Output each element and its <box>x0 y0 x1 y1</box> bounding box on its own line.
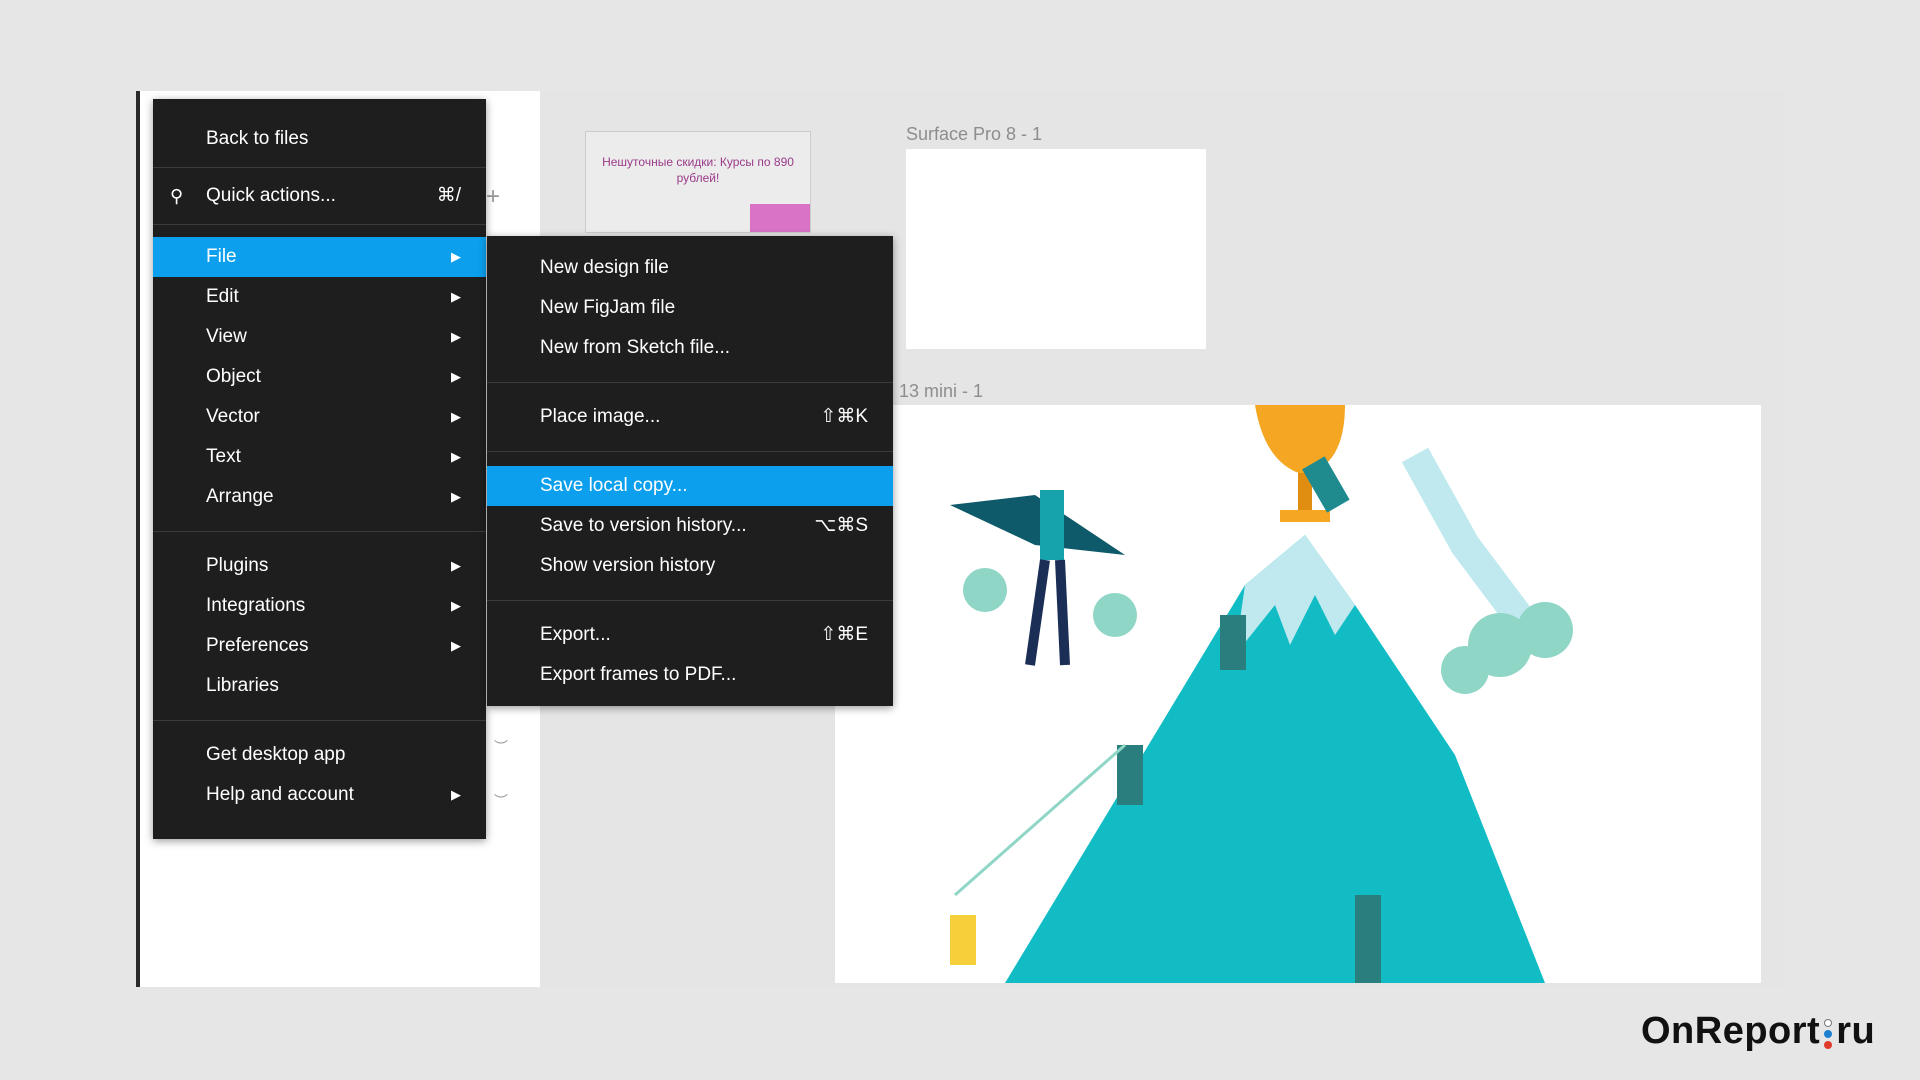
frame-thumbnail[interactable]: Нешуточные скидки: Курсы по 890 рублей! <box>585 131 811 233</box>
menu-item-edit[interactable]: Edit ▶ <box>153 277 486 317</box>
add-icon[interactable]: + <box>486 183 500 211</box>
chevron-right-icon: ▶ <box>451 329 461 344</box>
divider <box>153 531 486 532</box>
submenu-save-local-copy[interactable]: Save local copy... <box>487 466 893 506</box>
mountain-illustration <box>950 405 1573 983</box>
menu-item-label: Integrations <box>206 595 306 616</box>
chevron-right-icon: ▶ <box>451 558 461 573</box>
menu-item-arrange[interactable]: Arrange ▶ <box>153 477 486 517</box>
menu-item-label: Object <box>206 366 261 387</box>
menu-item-preferences[interactable]: Preferences ▶ <box>153 626 486 666</box>
menu-item-text[interactable]: Text ▶ <box>153 437 486 477</box>
quick-actions[interactable]: ⚲ Quick actions... ⌘/ <box>153 168 486 224</box>
submenu-save-to-version-history[interactable]: Save to version history... ⌥⌘S <box>487 506 893 546</box>
menu-item-label: New design file <box>540 257 669 278</box>
submenu-new-from-sketch[interactable]: New from Sketch file... <box>487 328 893 368</box>
menu-item-label: Quick actions... <box>206 185 336 206</box>
menu-item-get-desktop-app[interactable]: Get desktop app <box>153 735 486 775</box>
menu-item-label: Arrange <box>206 486 274 507</box>
frame-13-mini[interactable] <box>835 405 1761 983</box>
file-submenu: New design file New FigJam file New from… <box>487 236 893 706</box>
menu-item-label: Libraries <box>206 675 279 696</box>
chevron-right-icon: ▶ <box>451 409 461 424</box>
divider <box>153 720 486 721</box>
logo-brand: OnReport <box>1641 1010 1821 1052</box>
frame-label[interactable]: Surface Pro 8 - 1 <box>906 124 1042 145</box>
chevron-right-icon: ▶ <box>451 369 461 384</box>
menu-item-label: View <box>206 326 247 347</box>
frame-label[interactable]: 13 mini - 1 <box>899 381 983 402</box>
menu-item-label: Show version history <box>540 555 716 576</box>
menu-item-label: File <box>206 246 237 267</box>
thumbnail-text: Нешуточные скидки: Курсы по 890 рублей! <box>602 155 794 185</box>
thumbnail-graphic <box>750 204 810 232</box>
logo-dots-icon <box>1822 1013 1834 1053</box>
menu-item-label: New from Sketch file... <box>540 337 731 358</box>
chevron-right-icon: ▶ <box>451 449 461 464</box>
menu-item-label: New FigJam file <box>540 297 676 318</box>
menu-item-label: Preferences <box>206 635 309 656</box>
menu-item-label: Get desktop app <box>206 744 346 765</box>
logo-tld: ru <box>1836 1010 1876 1052</box>
divider <box>487 600 893 601</box>
submenu-place-image[interactable]: Place image... ⇧⌘K <box>487 397 893 437</box>
back-to-files[interactable]: Back to files <box>153 111 486 167</box>
submenu-export[interactable]: Export... ⇧⌘E <box>487 615 893 655</box>
eye-hidden-icon[interactable]: ︶ <box>494 791 508 811</box>
chevron-right-icon: ▶ <box>451 289 461 304</box>
menu-item-plugins[interactable]: Plugins ▶ <box>153 546 486 586</box>
chevron-right-icon: ▶ <box>451 638 461 653</box>
main-menu: Back to files ⚲ Quick actions... ⌘/ File… <box>153 99 486 839</box>
trophy-icon <box>1255 405 1345 475</box>
menu-item-libraries[interactable]: Libraries <box>153 666 486 706</box>
submenu-show-version-history[interactable]: Show version history <box>487 546 893 586</box>
chevron-right-icon: ▶ <box>451 787 461 802</box>
menu-item-label: Export... <box>540 624 611 645</box>
submenu-export-frames-pdf[interactable]: Export frames to PDF... <box>487 655 893 695</box>
divider <box>487 382 893 383</box>
shortcut: ⇧⌘E <box>820 624 868 645</box>
menu-item-vector[interactable]: Vector ▶ <box>153 397 486 437</box>
menu-item-help-and-account[interactable]: Help and account ▶ <box>153 775 486 815</box>
divider <box>153 224 486 225</box>
menu-item-label: Text <box>206 446 241 467</box>
chevron-right-icon: ▶ <box>451 249 461 264</box>
submenu-new-figjam-file[interactable]: New FigJam file <box>487 288 893 328</box>
menu-item-label: Export frames to PDF... <box>540 664 737 685</box>
menu-item-label: Edit <box>206 286 239 307</box>
menu-item-label: Help and account <box>206 784 354 805</box>
menu-item-file[interactable]: File ▶ <box>153 237 486 277</box>
frame-surface-pro[interactable] <box>906 149 1206 349</box>
menu-item-label: Place image... <box>540 406 661 427</box>
menu-item-label: Save local copy... <box>540 475 688 496</box>
menu-item-label: Plugins <box>206 555 269 576</box>
menu-item-object[interactable]: Object ▶ <box>153 357 486 397</box>
menu-item-view[interactable]: View ▶ <box>153 317 486 357</box>
shortcut: ⌥⌘S <box>814 515 868 536</box>
menu-item-label: Save to version history... <box>540 515 747 536</box>
chevron-right-icon: ▶ <box>451 489 461 504</box>
eye-hidden-icon[interactable]: ︶ <box>494 737 508 757</box>
search-icon: ⚲ <box>170 186 184 206</box>
shortcut: ⌘/ <box>436 185 461 206</box>
shortcut: ⇧⌘K <box>820 406 868 427</box>
submenu-new-design-file[interactable]: New design file <box>487 248 893 288</box>
menu-item-integrations[interactable]: Integrations ▶ <box>153 586 486 626</box>
menu-item-label: Vector <box>206 406 260 427</box>
menu-item-label: Back to files <box>206 128 309 149</box>
divider <box>487 451 893 452</box>
chevron-right-icon: ▶ <box>451 598 461 613</box>
onreport-logo: OnReport ru <box>1641 1010 1875 1053</box>
